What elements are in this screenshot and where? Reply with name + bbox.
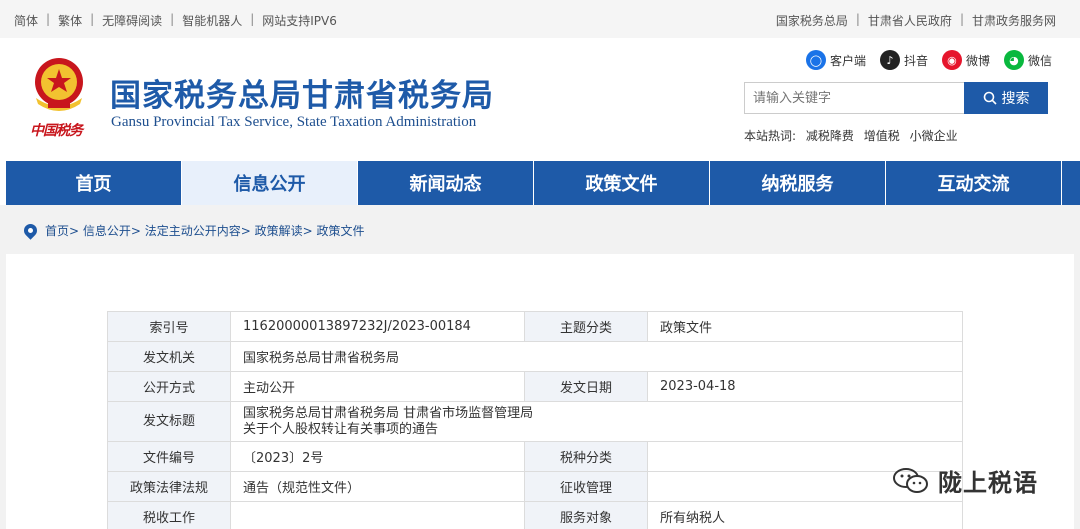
cell-value: 主动公开 [230,371,525,402]
cell-value: 2023-04-18 [647,371,963,402]
table-row: 政策法律法规 通告（规范性文件） 征收管理 [107,471,963,502]
document-info-table: 索引号 11620000013897232J/2023-00184 主题分类 政… [107,311,963,529]
search-icon [983,91,997,105]
hot-word[interactable]: 减税降费 [806,129,854,143]
hot-words-label: 本站热词: [744,129,797,143]
brush-logo-text: 中国税务 [30,123,83,139]
hot-words: 本站热词: 减税降费 增值税 小微企业 [744,127,964,144]
cell-value: 政策文件 [647,311,963,342]
hot-word[interactable]: 小微企业 [910,129,958,143]
sta-link[interactable]: 国家税务总局 [776,12,848,29]
nav-policy[interactable]: 政策文件 [534,161,710,205]
table-row: 公开方式 主动公开 发文日期 2023-04-18 [107,371,963,402]
top-left-links: 简体 | 繁体 | 无障碍阅读 | 智能机器人 | 网站支持IPV6 [14,12,337,29]
cell-label: 发文标题 [107,401,231,442]
search-button[interactable]: 搜索 [964,82,1048,114]
cell-value: 通告（规范性文件） [230,471,525,502]
cell-value: 所有纳税人 [647,501,963,529]
table-row: 索引号 11620000013897232J/2023-00184 主题分类 政… [107,311,963,342]
wechat-watermark: 陇上税语 [892,463,1038,498]
hot-word[interactable]: 增值税 [864,129,900,143]
simplified-link[interactable]: 简体 [14,12,38,29]
nav-news[interactable]: 新闻动态 [358,161,534,205]
weibo-icon: ◉ [941,50,962,70]
table-row: 发文机关 国家税务总局甘肃省税务局 [107,341,963,372]
site-subtitle: Gansu Provincial Tax Service, State Taxa… [111,114,477,130]
title-line-1: 国家税务总局甘肃省税务局 甘肃省市场监督管理局 [243,405,534,421]
social-label: 抖音 [903,53,928,68]
breadcrumb-path[interactable]: 首页> 信息公开> 法定主动公开内容> 政策解读> 政策文件 [45,222,364,239]
cell-label: 公开方式 [107,371,231,402]
location-pin-icon [21,221,40,240]
nav-home[interactable]: 首页 [0,161,182,205]
cell-label: 发文日期 [524,371,648,402]
nav-info-public[interactable]: 信息公开 [182,161,358,205]
divider: | [90,12,95,26]
main-nav: 首页 信息公开 新闻动态 政策文件 纳税服务 互动交流 [0,161,1080,205]
gansu-service-link[interactable]: 甘肃政务服务网 [972,12,1056,29]
search-button-label: 搜索 [1001,91,1030,107]
social-label: 微信 [1027,53,1052,68]
nav-interaction[interactable]: 互动交流 [886,161,1062,205]
cell-value: 国家税务总局甘肃省税务局 甘肃省市场监督管理局 关于个人股权转让有关事项的通告 [230,401,963,442]
cell-value: 国家税务总局甘肃省税务局 [230,341,963,372]
cell-label: 政策法律法规 [107,471,231,502]
wechat-outline-icon [893,467,928,493]
cell-value: 11620000013897232J/2023-00184 [230,311,525,342]
cell-label: 税收工作 [107,501,231,529]
breadcrumb: 首页> 信息公开> 法定主动公开内容> 政策解读> 政策文件 [21,221,364,240]
robot-link[interactable]: 智能机器人 [182,12,242,29]
social-app[interactable]: ◯ 客户端 [805,50,866,70]
divider: | [250,12,255,26]
social-label: 客户端 [829,53,866,68]
cell-value: 〔2023〕2号 [230,441,525,472]
table-row: 税收工作 服务对象 所有纳税人 [107,501,963,529]
nav-tax-service[interactable]: 纳税服务 [710,161,886,205]
divider: | [170,12,175,26]
top-utility-bar: 简体 | 繁体 | 无障碍阅读 | 智能机器人 | 网站支持IPV6 国家税务总… [0,0,1080,38]
table-row: 文件编号 〔2023〕2号 税种分类 [107,441,963,472]
divider: | [46,12,51,26]
douyin-icon: ♪ [879,50,900,70]
divider: | [959,12,964,26]
social-wechat[interactable]: ◕ 微信 [1003,50,1052,70]
search-input[interactable] [744,82,964,114]
cell-label: 文件编号 [107,441,231,472]
wechat-icon: ◕ [1003,50,1024,70]
title-line-2: 关于个人股权转让有关事项的通告 [243,421,439,437]
traditional-link[interactable]: 繁体 [58,12,82,29]
social-weibo[interactable]: ◉ 微博 [941,50,990,70]
cell-label: 税种分类 [524,441,648,472]
cell-value [230,501,525,529]
app-icon: ◯ [805,50,826,70]
top-right-links: 国家税务总局 | 甘肃省人民政府 | 甘肃政务服务网 [776,12,1056,29]
cell-label: 索引号 [107,311,231,342]
cell-label: 发文机关 [107,341,231,372]
social-label: 微博 [965,53,990,68]
ipv6-link[interactable]: 网站支持IPV6 [262,12,337,29]
cell-label: 主题分类 [524,311,648,342]
search-bar: 搜索 [744,82,1048,114]
social-douyin[interactable]: ♪ 抖音 [879,50,928,70]
social-links: ◯ 客户端 ♪ 抖音 ◉ 微博 ◕ 微信 [792,50,1052,70]
site-title: 国家税务总局甘肃省税务局 [110,78,494,114]
tax-emblem-icon [35,58,83,111]
gansu-gov-link[interactable]: 甘肃省人民政府 [868,12,952,29]
watermark-text: 陇上税语 [938,469,1038,497]
cell-label: 征收管理 [524,471,648,502]
divider: | [855,12,860,26]
cell-label: 服务对象 [524,501,648,529]
site-header: 中国税务 国家税务总局甘肃省税务局 Gansu Provincial Tax S… [0,38,1080,161]
table-row: 发文标题 国家税务总局甘肃省税务局 甘肃省市场监督管理局 关于个人股权转让有关事… [107,401,963,442]
accessibility-link[interactable]: 无障碍阅读 [102,12,162,29]
